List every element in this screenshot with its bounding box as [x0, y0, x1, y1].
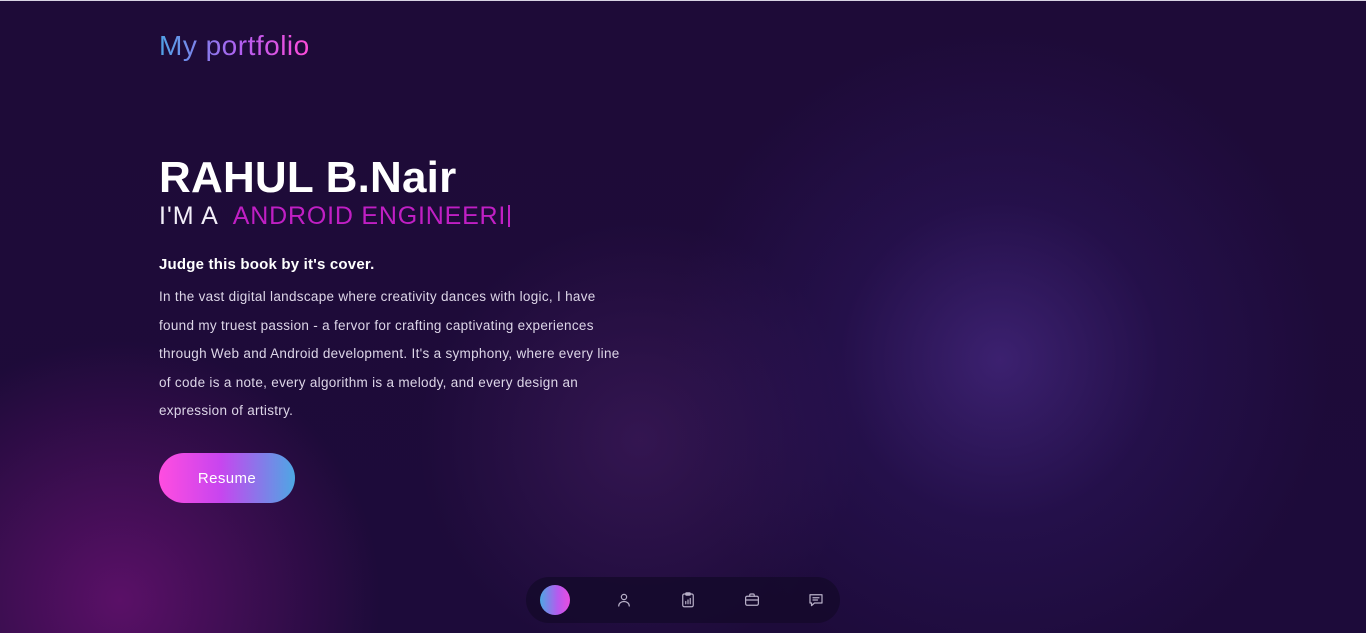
- dock-item-skills[interactable]: [673, 585, 703, 615]
- hero-description: In the vast digital landscape where crea…: [159, 289, 620, 419]
- typing-cursor: [508, 205, 511, 227]
- bottom-nav-dock: [526, 577, 840, 623]
- resume-button[interactable]: Resume: [159, 453, 295, 503]
- dock-item-projects[interactable]: [737, 585, 767, 615]
- user-icon: [618, 593, 630, 607]
- message-icon: [809, 594, 823, 607]
- top-border: [0, 0, 1366, 1]
- typed-role-text: ANDROID ENGINEERI: [232, 202, 507, 230]
- dock-item-contact[interactable]: [801, 585, 831, 615]
- hero-name: RAHUL B.Nair: [159, 153, 457, 202]
- hero-tagline: Judge this book by it's cover.: [159, 256, 375, 273]
- clipboard-chart-icon: [682, 592, 694, 608]
- dock-item-home[interactable]: [540, 585, 570, 615]
- dock-item-about[interactable]: [609, 585, 639, 615]
- briefcase-icon: [745, 593, 759, 606]
- site-logo[interactable]: My portfolio: [159, 30, 310, 62]
- role-prefix: I'M A: [159, 202, 219, 230]
- hero-section: RAHUL B.Nair I'M A ANDROID ENGINEERI: [159, 152, 639, 230]
- hero-role-line: I'M A ANDROID ENGINEERI: [159, 202, 639, 230]
